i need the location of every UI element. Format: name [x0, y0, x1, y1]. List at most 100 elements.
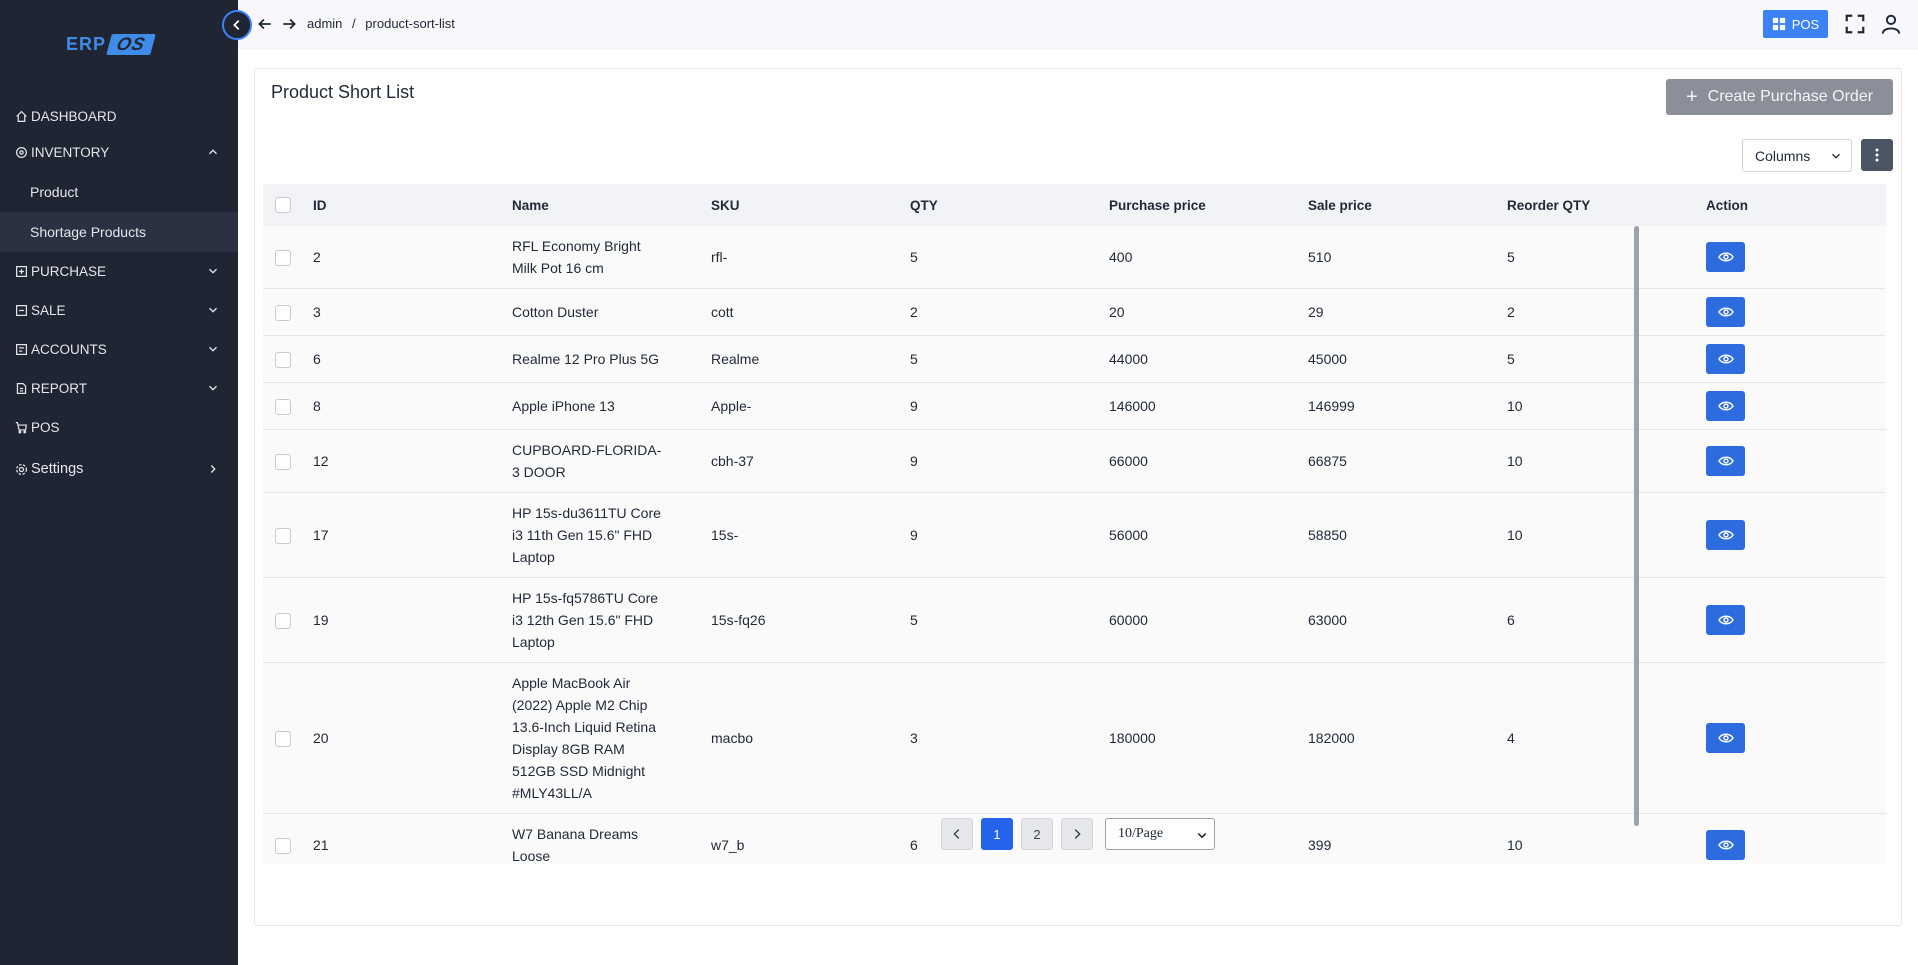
sidebar-item-accounts[interactable]: ACCOUNTS [0, 330, 238, 369]
action-cell [1702, 335, 1886, 383]
breadcrumb-root[interactable]: admin [307, 16, 342, 31]
view-button[interactable] [1706, 605, 1745, 635]
sidebar-item-label: ACCOUNTS [31, 342, 107, 357]
view-button[interactable] [1706, 520, 1745, 550]
box-icon [14, 146, 28, 160]
kebab-icon [1875, 148, 1879, 162]
qty-cell: 9 [906, 382, 1105, 430]
action-cell [1702, 429, 1886, 493]
view-button[interactable] [1706, 723, 1745, 753]
reorder-qty-cell: 10 [1503, 813, 1702, 864]
select-all-checkbox[interactable] [275, 197, 291, 214]
topbar [238, 0, 1918, 50]
sidebar-item-sale[interactable]: SALE [0, 291, 238, 330]
product-short-list-card: Product Short List + Create Purchase Ord… [254, 68, 1902, 926]
more-options-button[interactable] [1861, 139, 1893, 171]
name-cell: Realme 12 Pro Plus 5G [508, 335, 707, 383]
row-checkbox[interactable] [275, 249, 291, 266]
per-page-value: 10/Page [1118, 826, 1164, 841]
sku-cell: cott [707, 288, 906, 336]
column-header-qty[interactable]: QTY [906, 184, 1105, 226]
row-select-cell [263, 226, 309, 289]
column-header-sale-price[interactable]: Sale price [1304, 184, 1503, 226]
eye-icon [1717, 354, 1734, 364]
id-cell: 20 [309, 662, 508, 814]
breadcrumb-current: product-sort-list [365, 16, 455, 31]
page-button-2[interactable]: 2 [1021, 818, 1053, 850]
sale-price-cell: 146999 [1304, 382, 1503, 430]
logo-erp: ERP [66, 34, 107, 54]
purchase-icon [14, 265, 28, 279]
view-button[interactable] [1706, 242, 1745, 272]
action-cell [1702, 382, 1886, 430]
row-checkbox[interactable] [275, 527, 291, 544]
sku-cell: w7_b [707, 813, 906, 864]
qty-cell: 5 [906, 226, 1105, 289]
sale-price-cell: 182000 [1304, 662, 1503, 814]
sidebar-item-inventory[interactable]: INVENTORY [0, 133, 238, 172]
eye-icon [1717, 307, 1734, 317]
column-header-reorder-qty[interactable]: Reorder QTY [1503, 184, 1702, 226]
table-row[interactable]: 2 RFL Economy Bright Milk Pot 16 cm rfl- 5 4… [263, 226, 1886, 289]
view-button[interactable] [1706, 446, 1745, 476]
table-row[interactable]: 17 HP 15s-du3611TU Core i3 11th Gen 15.6"… [263, 492, 1886, 578]
sidebar-collapse-button[interactable] [222, 10, 252, 40]
forward-arrow-icon[interactable] [280, 15, 298, 33]
fullscreen-icon[interactable] [1844, 13, 1866, 35]
sidebar-item-dashboard[interactable]: DASHBOARD [0, 100, 238, 133]
name-cell: CUPBOARD-FLORIDA-3 DOOR [508, 429, 707, 493]
table-row[interactable]: 19 HP 15s-fq5786TU Core i3 12th Gen 15.6"… [263, 577, 1886, 663]
sidebar-subitem-shortage-products[interactable]: Shortage Products [0, 212, 238, 252]
table-row[interactable]: 20 Apple MacBook Air (2022) Apple M2 Chip… [263, 662, 1886, 814]
reorder-qty-cell: 5 [1503, 226, 1702, 289]
view-button[interactable] [1706, 297, 1745, 327]
plus-icon: + [1685, 85, 1698, 108]
row-select-cell [263, 288, 309, 336]
table-row[interactable]: 6 Realme 12 Pro Plus 5G Realme 5 44000 45000 5 [263, 335, 1886, 383]
qty-cell: 5 [906, 577, 1105, 663]
user-icon[interactable] [1880, 13, 1902, 35]
view-button[interactable] [1706, 344, 1745, 374]
prev-page-button[interactable] [941, 818, 973, 850]
view-button[interactable] [1706, 391, 1745, 421]
sidebar-subitem-product[interactable]: Product [0, 172, 238, 212]
row-checkbox[interactable] [275, 453, 291, 470]
row-checkbox[interactable] [275, 612, 291, 629]
chevron-down-icon [1197, 832, 1207, 839]
create-purchase-order-button[interactable]: + Create Purchase Order [1666, 79, 1893, 115]
row-checkbox[interactable] [275, 837, 291, 854]
purchase-price-cell: 180000 [1105, 662, 1304, 814]
name-cell: Cotton Duster [508, 288, 707, 336]
qty-cell: 5 [906, 335, 1105, 383]
per-page-select[interactable]: 10/Page [1105, 818, 1215, 850]
sidebar-item-settings[interactable]: Settings [0, 447, 238, 491]
column-header-sku[interactable]: SKU [707, 184, 906, 226]
breadcrumb: admin / product-sort-list [307, 16, 461, 31]
next-page-button[interactable] [1061, 818, 1093, 850]
home-icon [14, 110, 28, 124]
sidebar-item-label: Settings [31, 461, 84, 477]
column-header-purchase-price[interactable]: Purchase price [1105, 184, 1304, 226]
table-row[interactable]: 8 Apple iPhone 13 Apple- 9 146000 146999 10 [263, 382, 1886, 430]
page-button-1[interactable]: 1 [981, 818, 1013, 850]
row-checkbox[interactable] [275, 351, 291, 368]
columns-dropdown[interactable]: Columns [1742, 139, 1852, 172]
back-arrow-icon[interactable] [256, 15, 274, 33]
column-header-id[interactable]: ID [309, 184, 508, 226]
sidebar-item-report[interactable]: REPORT [0, 369, 238, 408]
row-checkbox[interactable] [275, 398, 291, 415]
table-row[interactable]: 12 CUPBOARD-FLORIDA-3 DOOR cbh-37 9 66000 668… [263, 429, 1886, 493]
sidebar-item-purchase[interactable]: PURCHASE [0, 252, 238, 291]
row-checkbox[interactable] [275, 304, 291, 321]
product-table-container: ID Name SKU QTY Purchase price Sale pric… [263, 184, 1886, 864]
column-header-name[interactable]: Name [508, 184, 707, 226]
view-button[interactable] [1706, 830, 1745, 860]
pos-button[interactable]: POS [1763, 10, 1828, 38]
row-checkbox[interactable] [275, 730, 291, 747]
table-scrollbar[interactable] [1634, 226, 1639, 826]
reorder-qty-cell: 4 [1503, 662, 1702, 814]
sidebar-item-pos[interactable]: POS [0, 408, 238, 447]
table-row[interactable]: 3 Cotton Duster cott 2 20 29 2 [263, 288, 1886, 336]
create-purchase-order-label: Create Purchase Order [1707, 88, 1874, 105]
sale-price-cell: 63000 [1304, 577, 1503, 663]
